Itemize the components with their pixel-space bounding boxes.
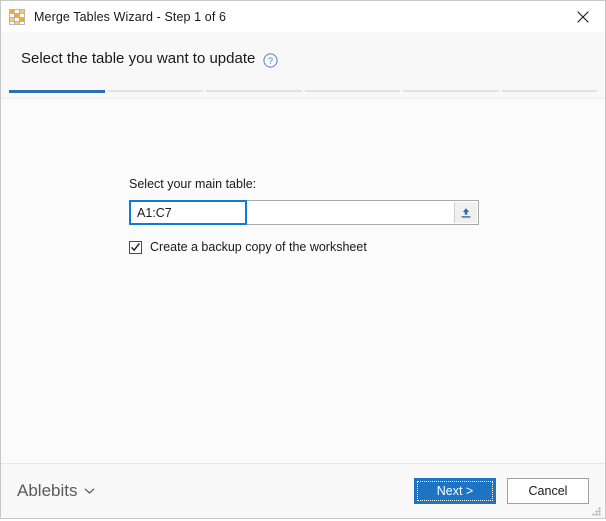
backup-copy-checkbox-label: Create a backup copy of the worksheet — [150, 240, 367, 254]
collapse-dialog-arrow-icon[interactable] — [454, 202, 477, 223]
range-input[interactable] — [131, 202, 245, 223]
next-button[interactable]: Next > — [414, 478, 496, 504]
header-band: Select the table you want to update ? — [1, 32, 605, 99]
step-segment-6 — [502, 90, 598, 92]
resize-grip-icon[interactable] — [590, 503, 602, 515]
next-button-label: Next > — [437, 484, 473, 498]
backup-copy-checkbox-row[interactable]: Create a backup copy of the worksheet — [129, 240, 479, 254]
table-grid-icon — [9, 9, 25, 25]
step-segment-1 — [9, 90, 105, 93]
main-table-label: Select your main table: — [129, 177, 479, 191]
step-progress-indicator — [1, 84, 605, 98]
step-segment-4 — [305, 90, 401, 92]
step-segment-5 — [403, 90, 499, 92]
cancel-button-label: Cancel — [529, 484, 568, 498]
header-content: Select the table you want to update ? — [1, 32, 605, 84]
range-input-wrapper — [129, 200, 247, 225]
merge-tables-wizard-dialog: Merge Tables Wizard - Step 1 of 6 Select… — [0, 0, 606, 519]
close-icon[interactable] — [560, 1, 605, 32]
main-content: Select your main table: — [1, 99, 605, 463]
dialog-footer: Ablebits Next > Cancel — [1, 463, 605, 518]
svg-text:?: ? — [268, 56, 273, 66]
checkmark-icon — [130, 242, 141, 253]
page-title: Select the table you want to update — [21, 50, 255, 67]
title-bar: Merge Tables Wizard - Step 1 of 6 — [1, 1, 605, 32]
step-segment-3 — [206, 90, 302, 92]
main-table-form: Select your main table: — [129, 177, 479, 254]
ablebits-label: Ablebits — [17, 481, 77, 501]
cancel-button[interactable]: Cancel — [507, 478, 589, 504]
help-circle-icon[interactable]: ? — [263, 53, 278, 68]
main-table-range-field — [129, 200, 479, 225]
step-segment-2 — [108, 90, 204, 92]
backup-copy-checkbox[interactable] — [129, 241, 142, 254]
ablebits-menu-button[interactable]: Ablebits — [17, 481, 95, 501]
chevron-down-icon — [84, 482, 95, 500]
range-field-filler — [247, 201, 454, 224]
window-title: Merge Tables Wizard - Step 1 of 6 — [34, 10, 226, 24]
